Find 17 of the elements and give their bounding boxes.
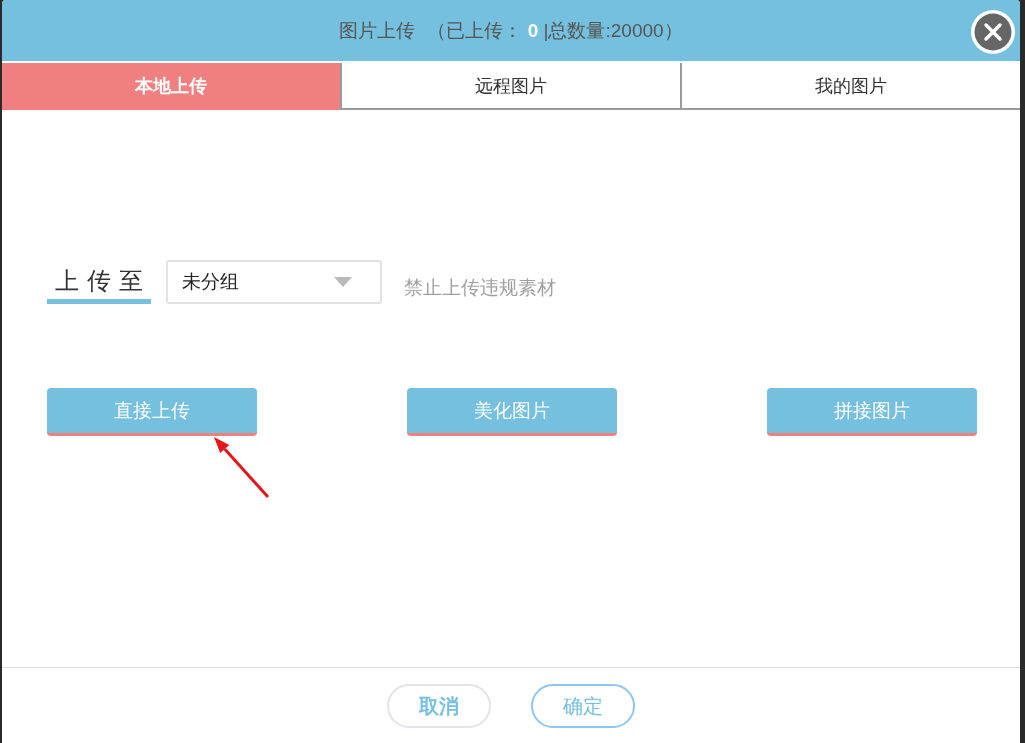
tab[interactable]: 本地上传 xyxy=(2,63,340,110)
dialog-title: 图片上传 xyxy=(339,18,416,43)
confirm-button[interactable]: 确定 xyxy=(531,684,635,728)
annotation-arrow xyxy=(212,434,272,500)
upload-hint: 禁止上传违规素材 xyxy=(404,276,556,300)
upload-status: （已上传： 0 |总数量:20000） xyxy=(427,18,683,43)
cancel-button[interactable]: 取消 xyxy=(387,684,491,728)
tab[interactable]: 远程图片 xyxy=(340,63,680,110)
close-button[interactable] xyxy=(971,10,1015,54)
tab[interactable]: 我的图片 xyxy=(680,63,1020,110)
upload-to-label: 上传至 xyxy=(47,263,151,304)
upload-option-button[interactable]: 拼接图片 xyxy=(767,388,977,436)
caret-icon xyxy=(334,277,352,287)
group-select[interactable]: 未分组 xyxy=(166,260,382,304)
close-icon xyxy=(971,10,1015,54)
upload-option-button[interactable]: 美化图片 xyxy=(407,388,617,436)
upload-option-button[interactable]: 直接上传 xyxy=(47,388,257,436)
